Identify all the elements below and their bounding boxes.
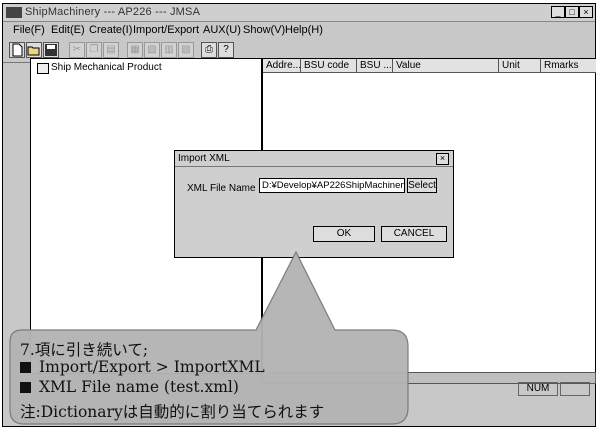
- menu-edit[interactable]: Edit(E): [51, 24, 85, 36]
- print-icon[interactable]: ⎙: [201, 42, 217, 58]
- col-header-bsu-code[interactable]: BSU code: [301, 59, 357, 73]
- copy-icon[interactable]: ❐: [86, 42, 102, 58]
- dialog-title: Import XML: [178, 153, 230, 164]
- col-header-value[interactable]: Value: [393, 59, 499, 73]
- col-header-unit[interactable]: Unit: [499, 59, 541, 73]
- save-disk-icon[interactable]: [43, 42, 59, 58]
- title-bar[interactable]: ShipMachinery --- AP226 --- JMSA _ □ ×: [3, 4, 595, 22]
- callout-line-3: XML File name (test.xml): [20, 378, 239, 396]
- xml-file-name-label: XML File Name: [187, 183, 256, 194]
- menu-create[interactable]: Create(I): [89, 24, 132, 36]
- dialog-close-button[interactable]: ×: [436, 153, 449, 165]
- app-icon: [6, 7, 22, 18]
- status-bar: NUM: [420, 382, 592, 398]
- dialog-title-bar[interactable]: Import XML ×: [175, 151, 453, 167]
- help-icon[interactable]: ?: [218, 42, 234, 58]
- close-button[interactable]: ×: [579, 6, 593, 18]
- maximize-button[interactable]: □: [565, 6, 579, 18]
- num-lock-indicator: NUM: [518, 382, 558, 396]
- cancel-button[interactable]: CANCEL: [381, 226, 447, 242]
- menu-import-export[interactable]: Import/Export: [133, 24, 199, 36]
- col-header-bsu-name[interactable]: BSU ...: [357, 59, 393, 73]
- tree-root-node[interactable]: Ship Mechanical Product: [51, 62, 162, 73]
- open-folder-icon[interactable]: [26, 42, 42, 58]
- xml-file-name-input[interactable]: D:¥Develop¥AP226ShipMachinery-1: [259, 178, 405, 193]
- tool-b-icon[interactable]: ▧: [144, 42, 160, 58]
- paste-icon[interactable]: ▤: [103, 42, 119, 58]
- menu-aux[interactable]: AUX(U): [203, 24, 241, 36]
- new-file-icon[interactable]: [9, 42, 25, 58]
- folder-icon: [37, 63, 49, 74]
- cut-icon[interactable]: ✂: [69, 42, 85, 58]
- col-header-remarks[interactable]: Rmarks: [541, 59, 596, 73]
- callout-line-2: Import/Export > ImportXML: [20, 358, 265, 376]
- ok-button[interactable]: OK: [313, 226, 375, 242]
- bullet-icon: [20, 382, 31, 393]
- menu-bar: File(F) Edit(E) Create(I) Import/Export …: [3, 22, 595, 38]
- minimize-button[interactable]: _: [551, 6, 565, 18]
- callout-line-4: 注:Dictionaryは自動的に割り当てられます: [20, 403, 325, 421]
- window-title: ShipMachinery --- AP226 --- JMSA: [25, 6, 201, 18]
- callout-line-1: 7.項に引き続いて;: [20, 341, 149, 359]
- menu-show[interactable]: Show(V): [243, 24, 285, 36]
- select-button[interactable]: Select: [407, 178, 437, 193]
- col-header-address[interactable]: Addre...: [263, 59, 301, 73]
- menu-file[interactable]: File(F): [13, 24, 45, 36]
- bullet-icon: [20, 362, 31, 373]
- tool-d-icon[interactable]: ▨: [178, 42, 194, 58]
- import-xml-dialog: Import XML × XML File Name D:¥Develop¥AP…: [174, 150, 454, 258]
- tool-c-icon[interactable]: ▥: [161, 42, 177, 58]
- menu-help[interactable]: Help(H): [285, 24, 323, 36]
- tool-a-icon[interactable]: ▦: [127, 42, 143, 58]
- status-cell-empty: [560, 382, 590, 396]
